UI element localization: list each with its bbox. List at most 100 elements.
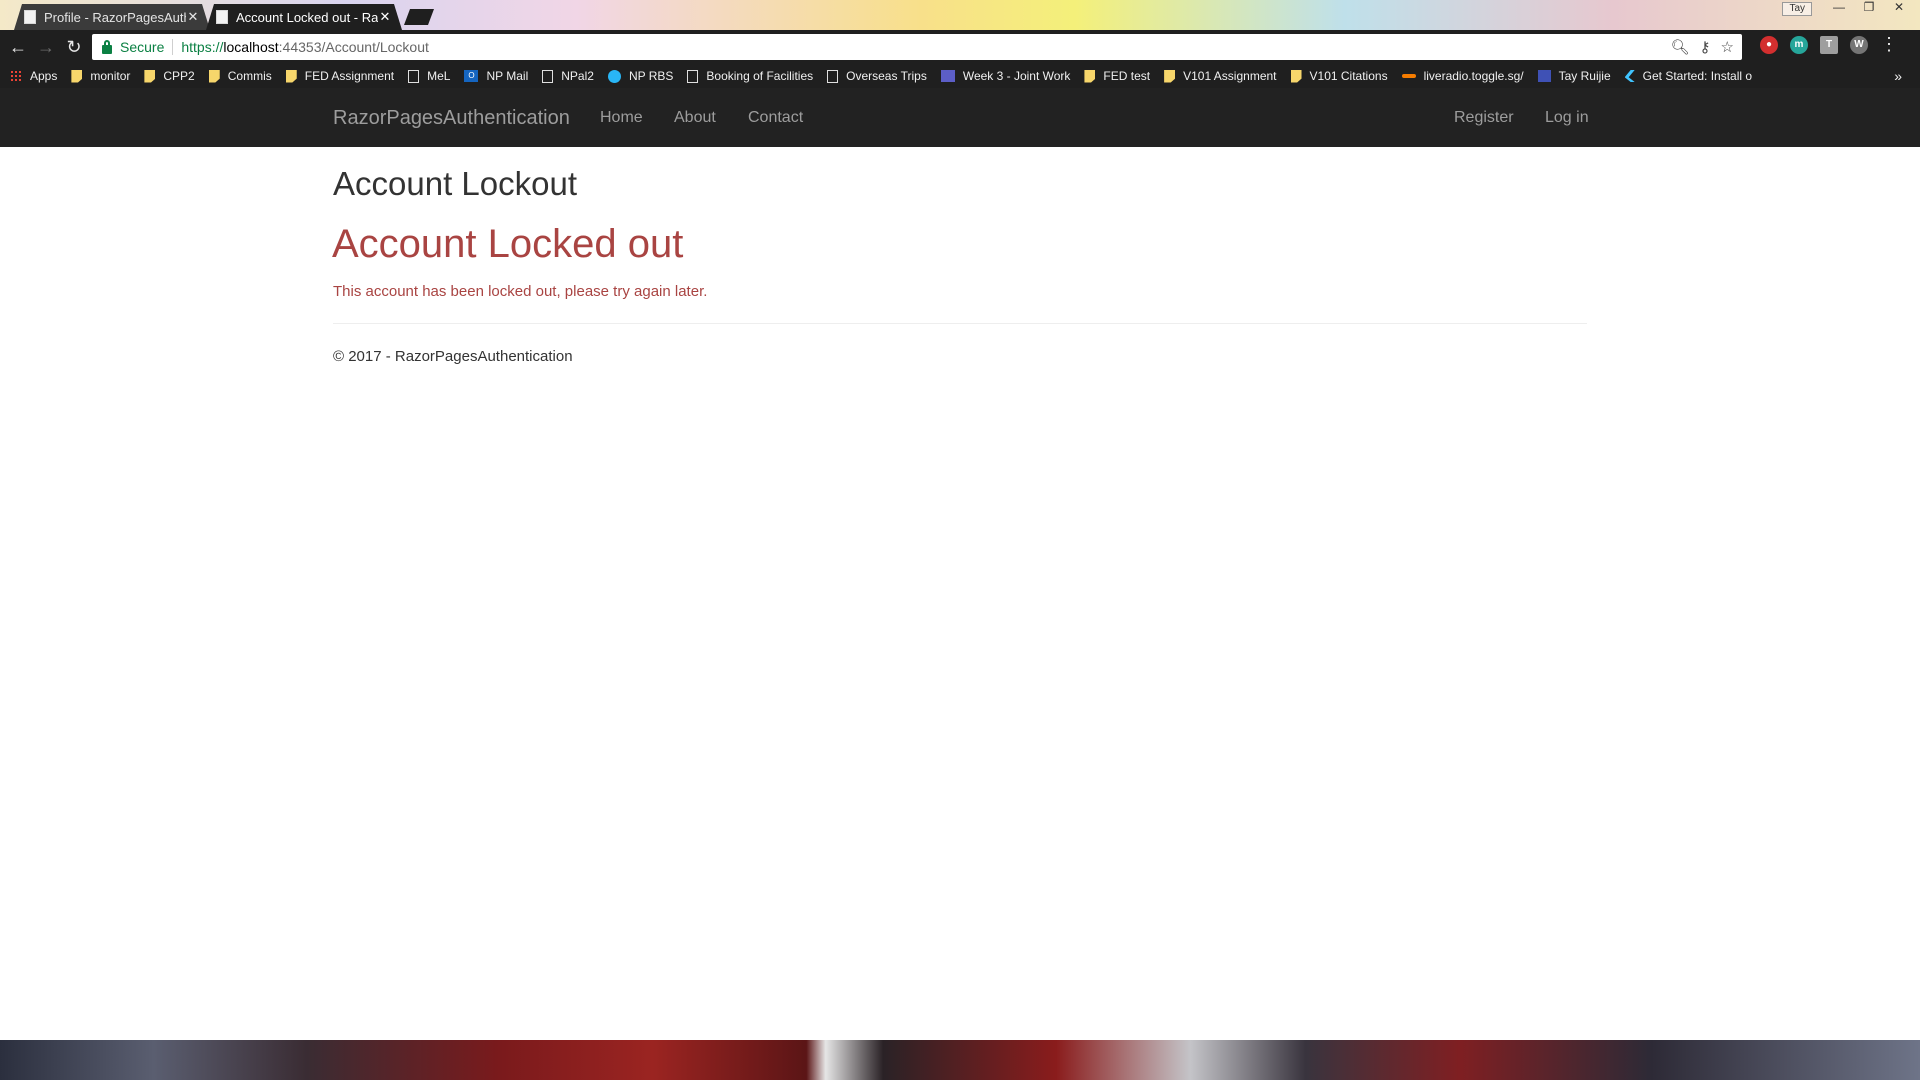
window-controls: Tay — ❐ ✕ <box>1782 0 1912 18</box>
page-title: Account Lockout <box>333 165 577 202</box>
outlook-icon: O <box>464 70 479 82</box>
tab-account-locked-out[interactable]: Account Locked out - Ra ✕ <box>206 4 402 30</box>
tab-title: Account Locked out - Ra <box>236 9 378 25</box>
bookmark-np-rbs[interactable]: NP RBS <box>607 69 674 83</box>
zoom-icon[interactable]: 🔍︎ <box>1671 38 1690 56</box>
teams-icon <box>940 70 955 82</box>
bookmark-v101-assignment[interactable]: V101 Assignment <box>1164 69 1277 83</box>
bookmark-label: FED Assignment <box>304 69 395 83</box>
page-favicon-icon <box>24 10 36 24</box>
folder-icon <box>1290 69 1302 83</box>
apps-grid-icon <box>10 70 22 82</box>
page-icon <box>687 69 699 83</box>
extension-w-icon[interactable]: W <box>1850 35 1868 54</box>
bookmark-label: Commis <box>227 69 272 83</box>
bookmark-tay-ruijie[interactable]: Tay Ruijie <box>1537 69 1611 83</box>
minimize-icon[interactable]: — <box>1826 0 1852 16</box>
bookmark-label: Apps <box>30 69 58 83</box>
url-host: localhost <box>223 39 279 55</box>
browser-toolbar: ← → ↻ Secure https://localhost:44353/Acc… <box>0 30 1920 64</box>
nav-link-login[interactable]: Log in <box>1545 109 1589 127</box>
key-icon[interactable]: ⚷ <box>1700 38 1711 56</box>
bookmark-get-started[interactable]: Get Started: Install o <box>1624 69 1753 83</box>
bookmark-apps[interactable]: Apps <box>10 69 57 83</box>
bookmark-label: V101 Assignment <box>1183 69 1277 83</box>
bookmark-fed-assignment[interactable]: FED Assignment <box>285 69 395 83</box>
bookmark-label: CPP2 <box>163 69 195 83</box>
tab-title: Profile - RazorPagesAuth <box>44 9 186 25</box>
navbar-brand[interactable]: RazorPagesAuthentication <box>333 107 570 130</box>
reload-icon[interactable]: ↻ <box>60 33 88 61</box>
bookmark-label: liveradio.toggle.sg/ <box>1423 69 1524 83</box>
bookmark-label: Overseas Trips <box>846 69 927 83</box>
address-bar[interactable]: Secure https://localhost:44353/Account/L… <box>92 34 1742 60</box>
url-path: :44353/Account/Lockout <box>278 39 429 55</box>
extension-icons: ● m T W ⋮ <box>1760 34 1898 55</box>
bookmark-label: Booking of Facilities <box>706 69 814 83</box>
close-tab-icon[interactable]: ✕ <box>378 9 392 25</box>
restore-icon[interactable]: ❐ <box>1856 0 1882 16</box>
bookmark-label: NP RBS <box>628 69 674 83</box>
bookmark-label: NPal2 <box>561 69 594 83</box>
profile-chip[interactable]: Tay <box>1782 2 1812 16</box>
bookmark-liveradio[interactable]: liveradio.toggle.sg/ <box>1401 69 1524 83</box>
new-tab-button[interactable] <box>404 9 434 25</box>
bookmark-overseas-trips[interactable]: Overseas Trips <box>827 69 927 83</box>
bookmark-fed-test[interactable]: FED test <box>1084 69 1150 83</box>
extension-m-icon[interactable]: m <box>1790 35 1808 54</box>
page-favicon-icon <box>216 10 228 24</box>
bookmark-booking-of-facilities[interactable]: Booking of Facilities <box>687 69 813 83</box>
bookmark-label: Get Started: Install o <box>1642 69 1753 83</box>
bookmark-label: FED test <box>1103 69 1151 83</box>
forward-arrow-icon[interactable]: → <box>32 33 60 61</box>
divider <box>172 39 174 55</box>
bookmark-commis[interactable]: Commis <box>208 69 272 83</box>
flutter-icon <box>1624 70 1635 82</box>
bookmark-cpp2[interactable]: CPP2 <box>144 69 195 83</box>
close-tab-icon[interactable]: ✕ <box>186 9 200 25</box>
error-heading: Account Locked out <box>332 222 684 266</box>
tab-profile[interactable]: Profile - RazorPagesAuth ✕ <box>14 4 210 30</box>
bookmark-np-mail[interactable]: O NP Mail <box>464 69 528 83</box>
nav-link-register[interactable]: Register <box>1454 109 1514 127</box>
bookmark-label: NP Mail <box>486 69 529 83</box>
more-bookmarks-icon[interactable]: » <box>1894 68 1902 84</box>
footer-copyright: © 2017 - RazorPagesAuthentication <box>333 348 573 365</box>
error-message: This account has been locked out, please… <box>333 283 708 300</box>
nav-link-about[interactable]: About <box>674 109 716 127</box>
bookmark-mel[interactable]: MeL <box>408 69 450 83</box>
url-scheme: https:// <box>181 39 224 55</box>
desktop-wallpaper-strip <box>0 1040 1920 1080</box>
back-arrow-icon[interactable]: ← <box>4 33 32 61</box>
browser-tab-strip: Profile - RazorPagesAuth ✕ Account Locke… <box>0 0 1920 30</box>
bookmark-label: monitor <box>90 69 131 83</box>
radio-icon <box>1401 74 1416 78</box>
folder-icon <box>1164 69 1176 83</box>
star-icon[interactable]: ☆ <box>1721 38 1734 56</box>
folder-icon <box>208 69 220 83</box>
bookmark-label: Week 3 - Joint Work <box>962 69 1071 83</box>
bookmark-label: Tay Ruijie <box>1558 69 1611 83</box>
nav-link-contact[interactable]: Contact <box>748 109 803 127</box>
site-navbar: RazorPagesAuthentication Home About Cont… <box>0 88 1920 147</box>
bookmarks-bar: Apps monitor CPP2 Commis FED Assignment … <box>0 64 1920 88</box>
bookmark-npal2[interactable]: NPal2 <box>542 69 594 83</box>
browser-menu-icon[interactable]: ⋮ <box>1880 34 1898 55</box>
folder-icon <box>144 69 156 83</box>
bookmark-label: MeL <box>427 69 451 83</box>
page-icon <box>827 69 839 83</box>
circle-icon <box>607 69 621 83</box>
folder-icon <box>71 69 83 83</box>
calendar-icon <box>1537 70 1551 82</box>
nav-link-home[interactable]: Home <box>600 109 643 127</box>
bookmark-v101-citations[interactable]: V101 Citations <box>1290 69 1388 83</box>
bookmark-monitor[interactable]: monitor <box>71 69 130 83</box>
bookmark-label: V101 Citations <box>1309 69 1388 83</box>
extension-t-icon[interactable]: T <box>1820 35 1838 54</box>
extension-red-icon[interactable]: ● <box>1760 35 1778 54</box>
page-icon <box>542 69 554 83</box>
folder-icon <box>1084 69 1096 83</box>
folder-icon <box>285 69 297 83</box>
close-window-icon[interactable]: ✕ <box>1886 0 1912 16</box>
bookmark-week-3[interactable]: Week 3 - Joint Work <box>940 69 1071 83</box>
